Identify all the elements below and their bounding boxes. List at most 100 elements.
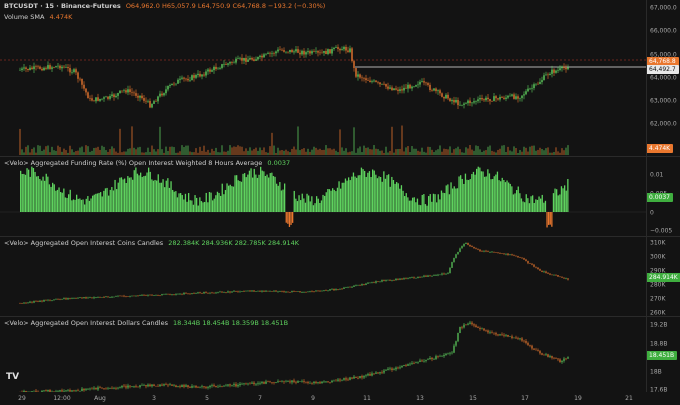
volume-bar [283,150,285,155]
candle-body [49,299,51,301]
volume-bar [491,150,493,155]
funding-bar [71,200,73,212]
funding-chart[interactable] [0,157,646,237]
volume-bar [481,152,483,155]
funding-bar [69,189,71,212]
candle-body [513,337,515,339]
candle-body [157,294,159,296]
funding-bar [508,182,510,212]
funding-pane[interactable]: <Velo> Aggregated Funding Rate (%) Open … [0,157,680,237]
candle-body [181,77,183,79]
candle-body [237,58,239,59]
funding-bar [226,183,228,212]
candle-body [181,385,183,388]
volume-bar [229,145,231,155]
symbol-label[interactable]: BTCUSDT · 15 · Binance-Futures [4,2,121,10]
candle-body [535,266,537,268]
candle-body [149,294,151,296]
funding-bar [311,196,313,212]
price-chart[interactable] [0,0,646,157]
funding-bar [127,176,129,212]
oi-dollars-chart[interactable] [0,317,646,392]
candle-body [191,293,193,294]
funding-bar [484,176,486,212]
volume-bar [497,149,499,155]
candle-body [123,385,125,387]
volume-bar [221,145,223,155]
volume-bar [405,147,407,155]
funding-bar [528,203,531,212]
funding-bar [551,212,553,227]
volume-bar [147,147,149,155]
candle-body [537,267,539,270]
funding-bar [210,192,212,212]
candle-body [373,80,375,82]
candle-body [485,330,487,331]
candle-body [327,381,329,383]
candle-body [243,57,245,61]
volume-bar [131,126,133,155]
candle-body [117,295,119,297]
volume-bar [115,151,117,155]
candle-body [477,99,479,102]
funding-bar [324,195,326,212]
candle-body [43,390,45,391]
funding-bar [146,172,148,212]
candle-body [379,281,381,283]
candle-body [357,74,359,77]
volume-bar [543,150,545,155]
candle-body [183,77,185,79]
time-axis[interactable]: 29 12:00 Aug 3 5 7 9 11 13 15 17 19 21 [0,392,680,405]
volume-bar [167,151,169,155]
candle-body [333,380,335,382]
oi-dollars-pane[interactable]: <Velo> Aggregated Open Interest Dollars … [0,317,680,394]
funding-bar [464,173,467,212]
candle-body [141,95,143,99]
candle-body [485,97,487,101]
candle-body [411,277,413,278]
volume-bar [549,152,551,155]
candle-body [225,385,227,387]
candle-body [175,293,177,295]
candle-body [229,291,231,293]
candle-body [489,99,491,102]
candle-body [567,67,569,70]
volume-bar [479,149,481,155]
volume-bar [337,152,339,155]
funding-bar [240,181,243,212]
funding-bar [335,191,337,212]
funding-bar [567,179,569,212]
funding-bar [56,189,59,212]
price-pane[interactable]: BTCUSDT · 15 · Binance-Futures O64,962.0… [0,0,680,157]
candle-body [35,301,37,302]
oi-coins-pane[interactable]: <Velo> Aggregated Open Interest Coins Ca… [0,237,680,317]
candle-body [71,298,73,300]
funding-bar [36,176,38,212]
candle-body [503,253,505,255]
candle-body [341,379,343,381]
tradingview-logo[interactable]: TV [6,372,24,386]
volume-bar [431,149,433,155]
candle-body [305,381,307,383]
funding-bar [250,168,252,212]
candle-body [533,84,535,89]
volume-bar [377,149,379,155]
candle-body [289,381,291,383]
volume-bar [119,128,121,155]
candle-body [565,358,567,360]
funding-bar [236,175,238,212]
volume-bar [53,150,55,155]
candle-body [189,386,191,388]
candle-body [91,98,93,101]
candle-body [427,83,429,85]
candle-body [297,381,299,383]
funding-bar [290,212,292,225]
volume-bar [475,145,477,155]
funding-bar [296,201,299,212]
candle-body [331,380,333,383]
oi-coins-chart[interactable] [0,237,646,317]
candle-body [173,294,175,295]
price-axis[interactable]: 67,000.0 66,000.0 65,000.0 64,000.0 63,0… [646,0,680,157]
candle-body [413,277,415,279]
candle-body [313,381,315,384]
